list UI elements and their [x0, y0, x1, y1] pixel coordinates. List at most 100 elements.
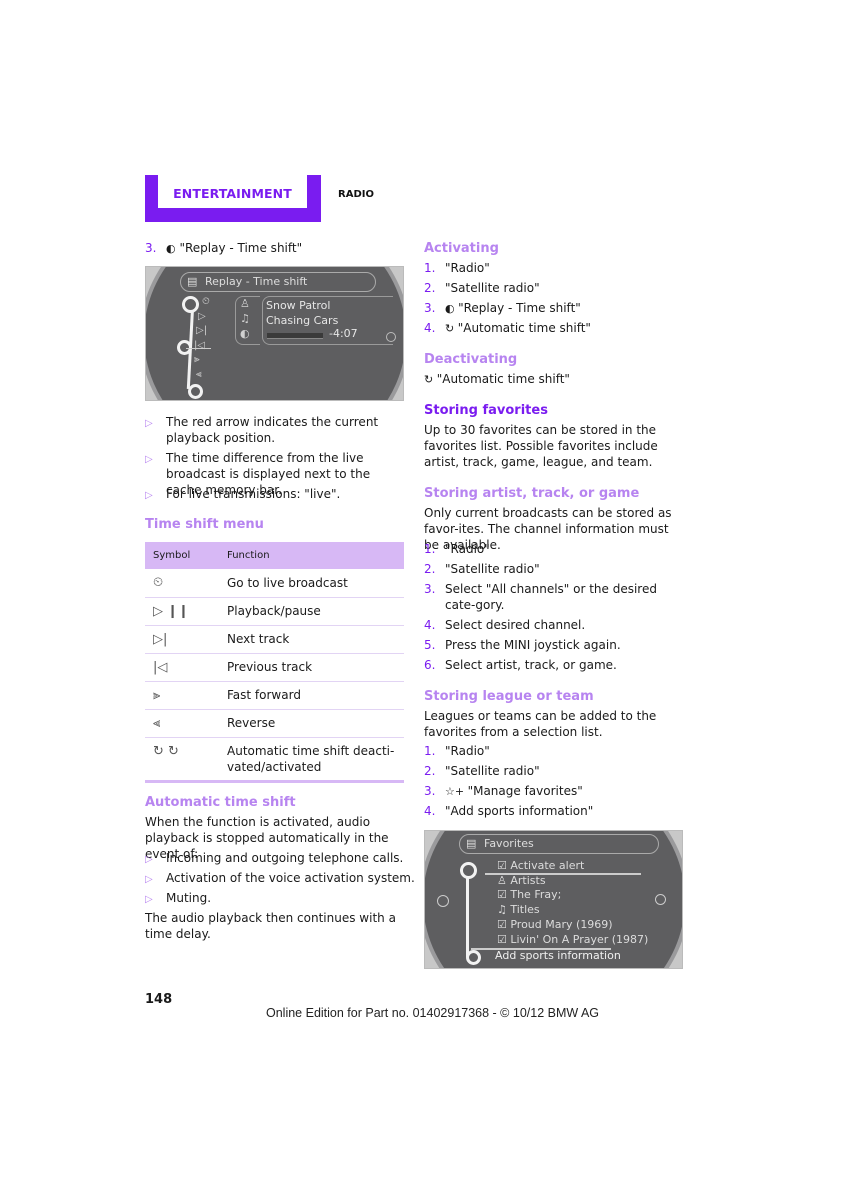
table-row: |◁ Previous track	[145, 653, 404, 681]
artist-name: Snow Patrol	[266, 299, 331, 312]
checkbox-icon: ☑	[497, 859, 511, 872]
table-header: Symbol Function	[145, 542, 404, 569]
section-title: ENTERTAINMENT	[173, 186, 292, 201]
screen-title-bar: ▤ Replay - Time shift	[180, 272, 376, 292]
list-item[interactable]: ☑ Proud Mary (1969)	[497, 918, 648, 933]
table-row: ▷| Next track	[145, 625, 404, 653]
replay-icon: ◐	[240, 327, 250, 340]
auto-bullet-3: ▷ Muting.	[145, 890, 211, 908]
page-number: 148	[145, 992, 173, 1007]
bullet-3: ▷ For live transmissions: "live".	[145, 486, 340, 504]
timeshift-table: Symbol Function ⏲ Go to live broadcast ▷…	[145, 542, 404, 783]
artist-step: 4. Select desired channel.	[424, 618, 586, 632]
menu-icon: ▤	[187, 275, 198, 288]
bullet-1: ▷ The red arrow indicates the current pla…	[145, 415, 379, 445]
table-row: ⫸ Fast forward	[145, 681, 404, 709]
list-item[interactable]: ☑ Activate alert	[497, 859, 648, 874]
live-icon[interactable]: ⏲	[202, 295, 210, 310]
storing-favorites-text: Up to 30 favorites can be stored in the …	[424, 423, 658, 469]
checkbox-icon: ☑	[497, 917, 511, 931]
screen-title-bar: ▤ Favorites	[459, 834, 659, 854]
artist-icon: ♙	[240, 297, 250, 310]
activating-step: 3. ◐ "Replay - Time shift"	[424, 301, 581, 315]
fast-forward-icon[interactable]: ⫸	[194, 353, 210, 368]
info-icons: ♙ ♫ ◐	[240, 296, 250, 341]
previous-track-icon: |◁	[153, 659, 168, 675]
star-plus-icon: ☆+	[445, 785, 468, 798]
bullet-triangle-icon: ▷	[145, 418, 153, 429]
header-symbol: Symbol	[153, 550, 191, 561]
scroll-left-icon[interactable]	[437, 895, 449, 907]
time-difference: -4:07	[329, 327, 358, 340]
storing-league-heading: Storing league or team	[424, 689, 594, 704]
storing-league-text: Leagues or teams can be added to the fav…	[424, 709, 657, 739]
timeshift-menu-heading: Time shift menu	[145, 517, 264, 532]
scroll-right-icon[interactable]	[655, 894, 666, 905]
league-step: 2. "Satellite radio"	[424, 764, 540, 778]
live-broadcast-icon: ⏲	[153, 575, 164, 591]
league-step: 3. ☆+ "Manage favorites"	[424, 784, 583, 798]
table-row: ↻ ↻ Automatic time shift deacti-vated/ac…	[145, 737, 404, 781]
activating-step: 1. "Radio"	[424, 261, 490, 275]
replay-screen: ▤ Replay - Time shift ⏲ ▷ ▷| |◁ ⫸ ⫷ ♙ ♫ …	[145, 266, 404, 401]
auto-bullet-1: ▷ Incoming and outgoing telephone calls.	[145, 850, 403, 868]
activating-heading: Activating	[424, 241, 499, 256]
menu-icon: ▤	[466, 837, 477, 850]
table-row: ⫷ Reverse	[145, 709, 404, 737]
auto-time-shift-icon: ↻	[445, 322, 458, 335]
storing-artist-heading: Storing artist, track, or game	[424, 486, 640, 501]
artist-step: 6. Select artist, track, or game.	[424, 658, 617, 672]
rail-knob-top[interactable]	[182, 296, 199, 313]
auto-outro: The audio playback then continues with a…	[145, 911, 396, 941]
track-info: Snow Patrol Chasing Cars	[266, 298, 338, 328]
list-item[interactable]: ☑ The Fray;	[497, 888, 648, 903]
bullet-triangle-icon: ▷	[145, 490, 153, 501]
scroll-right-icon[interactable]	[386, 332, 396, 342]
favorites-screen: ▤ Favorites ☑ Activate alert ♙ Artists ☑…	[424, 830, 683, 969]
list-item[interactable]: ♙ Artists	[497, 874, 648, 889]
replay-icon: ◐	[166, 242, 176, 255]
checkbox-icon: ☑	[497, 888, 511, 902]
bullet-triangle-icon: ▷	[145, 454, 153, 465]
artist-step: 1. "Radio"	[424, 542, 490, 556]
reverse-icon[interactable]: ⫷	[196, 368, 210, 383]
music-note-icon: ♫	[240, 312, 250, 325]
reverse-icon: ⫷	[153, 715, 161, 731]
artist-icon: ♙	[497, 873, 511, 887]
add-sports-information-item[interactable]: Add sports information	[495, 949, 621, 962]
replay-icon: ◐	[445, 302, 459, 315]
deactivating-heading: Deactivating	[424, 352, 518, 367]
rail-knob-bottom[interactable]	[466, 950, 481, 965]
deactivating-text: ↻ "Automatic time shift"	[424, 372, 570, 386]
track-name: Chasing Cars	[266, 314, 339, 327]
auto-bullet-2: ▷ Activation of the voice activation syst…	[145, 870, 415, 888]
activating-step: 4. ↻ "Automatic time shift"	[424, 321, 591, 335]
activating-step: 2. "Satellite radio"	[424, 281, 540, 295]
fast-forward-icon: ⫸	[153, 687, 161, 703]
header-function: Function	[227, 550, 270, 561]
next-icon[interactable]: ▷|	[196, 324, 210, 339]
bullet-triangle-icon: ▷	[145, 894, 153, 905]
table-row: ⏲ Go to live broadcast	[145, 569, 404, 597]
next-track-icon: ▷|	[153, 631, 168, 647]
play-pause-icon: ▷ ❙❙	[153, 603, 189, 619]
cache-memory-bar	[267, 333, 323, 339]
artist-step: 3. Select "All channels" or the desired c…	[424, 582, 657, 612]
table-row: ▷ ❙❙ Playback/pause	[145, 597, 404, 625]
side-icons: ⏲ ▷ ▷| |◁ ⫸ ⫷	[194, 295, 210, 382]
list-rail	[466, 871, 469, 957]
auto-time-shift-off-icon: ↻	[424, 373, 437, 386]
auto-time-shift-heading: Automatic time shift	[145, 795, 296, 810]
current-marker-line	[186, 348, 211, 349]
artist-step: 2. "Satellite radio"	[424, 562, 540, 576]
play-icon[interactable]: ▷	[198, 310, 210, 325]
auto-time-shift-icon: ↻ ↻	[153, 743, 179, 759]
edition-notice: Online Edition for Part no. 01402917368 …	[266, 1006, 600, 1020]
league-step: 1. "Radio"	[424, 744, 490, 758]
list-item[interactable]: ♫ Titles	[497, 903, 648, 918]
artist-step: 5. Press the MINI joystick again.	[424, 638, 621, 652]
rail-knob-top[interactable]	[460, 862, 477, 879]
rail-knob-bottom[interactable]	[188, 384, 203, 399]
list-item[interactable]: ☑ Livin' On A Prayer (1987)	[497, 933, 648, 948]
previous-icon[interactable]: |◁	[194, 339, 210, 354]
